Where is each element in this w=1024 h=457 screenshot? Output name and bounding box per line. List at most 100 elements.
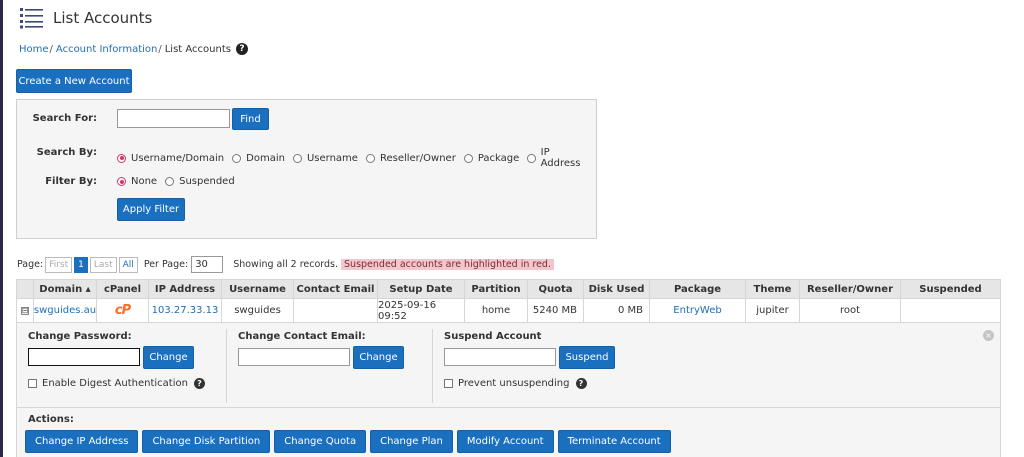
collapse-icon[interactable]: ⊟ — [21, 306, 29, 315]
enable-digest-checkbox[interactable]: Enable Digest Authentication ? — [28, 378, 205, 389]
search-by-username[interactable]: Username — [292, 152, 358, 164]
breadcrumb: Home / Account Information / List Accoun… — [19, 43, 248, 55]
cpanel-logo-icon[interactable]: cP — [115, 303, 131, 318]
search-panel: Search For: Find Search By: Username/Dom… — [16, 99, 597, 239]
divider — [17, 407, 1000, 408]
help-icon[interactable]: ? — [193, 378, 205, 389]
package-link[interactable]: EntryWeb — [673, 305, 721, 316]
cpanel-cell: cP — [97, 299, 149, 322]
close-icon[interactable]: × — [983, 330, 994, 341]
search-for-label: Search For: — [32, 113, 97, 124]
pagination: Page: First 1 Last All Per Page: 30 Show… — [17, 256, 554, 273]
suspend-reason-input[interactable] — [444, 348, 556, 366]
col-contact-email[interactable]: Contact Email — [294, 280, 378, 298]
suspend-button[interactable]: Suspend — [559, 346, 615, 369]
search-by-ip-address[interactable]: IP Address — [527, 147, 588, 169]
search-by-domain[interactable]: Domain — [232, 153, 285, 164]
radio-icon — [527, 153, 536, 163]
row-expander-cell[interactable]: ⊟ — [17, 299, 34, 322]
col-theme[interactable]: Theme — [746, 280, 800, 298]
contact-email-cell — [294, 299, 378, 322]
domain-link[interactable]: swguides.au — [34, 305, 96, 316]
quota-cell: 5240 MB — [528, 299, 584, 322]
change-contact-email-label: Change Contact Email: — [238, 331, 366, 342]
col-package[interactable]: Package — [650, 280, 746, 298]
partition-cell: home — [465, 299, 528, 322]
col-quota[interactable]: Quota — [528, 280, 584, 298]
divider — [432, 329, 433, 403]
account-detail-panel: Change Password: Change Enable Digest Au… — [16, 323, 1001, 457]
col-disk-used[interactable]: Disk Used — [584, 280, 650, 298]
per-page-input[interactable]: 30 — [191, 256, 224, 273]
filter-by-options: None Suspended — [117, 176, 243, 187]
page-title: List Accounts — [53, 9, 153, 27]
breadcrumb-home[interactable]: Home — [19, 44, 49, 55]
radio-selected-icon — [117, 177, 126, 186]
change-ip-address-button[interactable]: Change IP Address — [25, 430, 139, 453]
radio-icon — [232, 153, 242, 163]
change-disk-partition-button[interactable]: Change Disk Partition — [142, 430, 271, 453]
change-plan-button[interactable]: Change Plan — [370, 430, 453, 453]
prevent-unsuspending-checkbox[interactable]: Prevent unsuspending ? — [444, 378, 587, 389]
radio-label: Username/Domain — [131, 152, 225, 164]
page-header: List Accounts — [19, 6, 152, 30]
records-count: Showing all 2 records. — [233, 259, 339, 270]
domain-cell: swguides.au — [34, 299, 97, 322]
checkbox-label: Prevent unsuspending — [458, 378, 570, 389]
col-suspended[interactable]: Suspended — [901, 280, 1000, 298]
col-expander — [17, 280, 34, 298]
terminate-account-button[interactable]: Terminate Account — [557, 430, 671, 453]
create-account-button[interactable]: Create a New Account — [16, 69, 132, 93]
ip-link[interactable]: 103.27.33.13 — [152, 305, 219, 316]
radio-icon — [463, 153, 473, 163]
help-icon[interactable]: ? — [575, 378, 587, 389]
radio-label: Package — [477, 152, 520, 164]
table-row: ⊟ swguides.au cP 103.27.33.13 swguides 2… — [16, 299, 1001, 323]
radio-label: Suspended — [179, 176, 235, 187]
search-input[interactable] — [117, 109, 230, 128]
col-domain[interactable]: Domain ▴ — [34, 280, 97, 298]
radio-label: Username — [306, 152, 358, 164]
radio-label: None — [131, 176, 158, 187]
actions-label: Actions: — [28, 414, 74, 425]
checkbox-icon[interactable] — [444, 379, 453, 388]
theme-cell: jupiter — [746, 299, 800, 322]
filter-by-none[interactable]: None — [117, 176, 157, 187]
search-by-options: Username/Domain Domain Username Reseller… — [117, 147, 596, 169]
radio-selected-icon — [117, 153, 126, 163]
help-icon[interactable]: ? — [235, 43, 248, 55]
page-all[interactable]: All — [118, 256, 138, 273]
suspended-cell — [901, 299, 1000, 322]
find-button[interactable]: Find — [232, 108, 269, 130]
modify-account-button[interactable]: Modify Account — [456, 430, 554, 453]
username-cell: swguides — [222, 299, 294, 322]
checkbox-icon[interactable] — [28, 379, 37, 388]
col-reseller-owner[interactable]: Reseller/Owner — [800, 280, 901, 298]
page-label: Page: — [17, 259, 44, 270]
radio-label: Domain — [246, 152, 285, 164]
change-password-input[interactable] — [28, 348, 140, 366]
left-edge-bar — [0, 0, 3, 457]
change-password-button[interactable]: Change — [143, 346, 194, 369]
contact-email-input[interactable] — [238, 348, 350, 366]
filter-by-suspended[interactable]: Suspended — [165, 176, 235, 187]
breadcrumb-current: List Accounts — [164, 43, 231, 55]
per-page-label: Per Page: — [143, 259, 189, 270]
page-last: Last — [89, 256, 117, 273]
col-setup-date[interactable]: Setup Date — [378, 280, 465, 298]
col-partition[interactable]: Partition — [465, 280, 528, 298]
col-ip-address[interactable]: IP Address — [149, 280, 222, 298]
suspended-note: Suspended accounts are highlighted in re… — [341, 259, 554, 270]
page-first: First — [45, 256, 73, 273]
change-contact-email-button[interactable]: Change — [353, 346, 404, 369]
search-by-username-domain[interactable]: Username/Domain — [117, 153, 224, 164]
search-by-package[interactable]: Package — [463, 152, 520, 164]
breadcrumb-account-information[interactable]: Account Information — [56, 44, 157, 55]
breadcrumb-separator: / — [49, 43, 53, 55]
change-quota-button[interactable]: Change Quota — [274, 430, 367, 453]
col-username[interactable]: Username — [222, 280, 294, 298]
apply-filter-button[interactable]: Apply Filter — [117, 198, 185, 221]
page-current[interactable]: 1 — [74, 256, 88, 273]
search-by-reseller-owner[interactable]: Reseller/Owner — [365, 153, 456, 164]
col-cpanel: cPanel — [97, 280, 149, 298]
